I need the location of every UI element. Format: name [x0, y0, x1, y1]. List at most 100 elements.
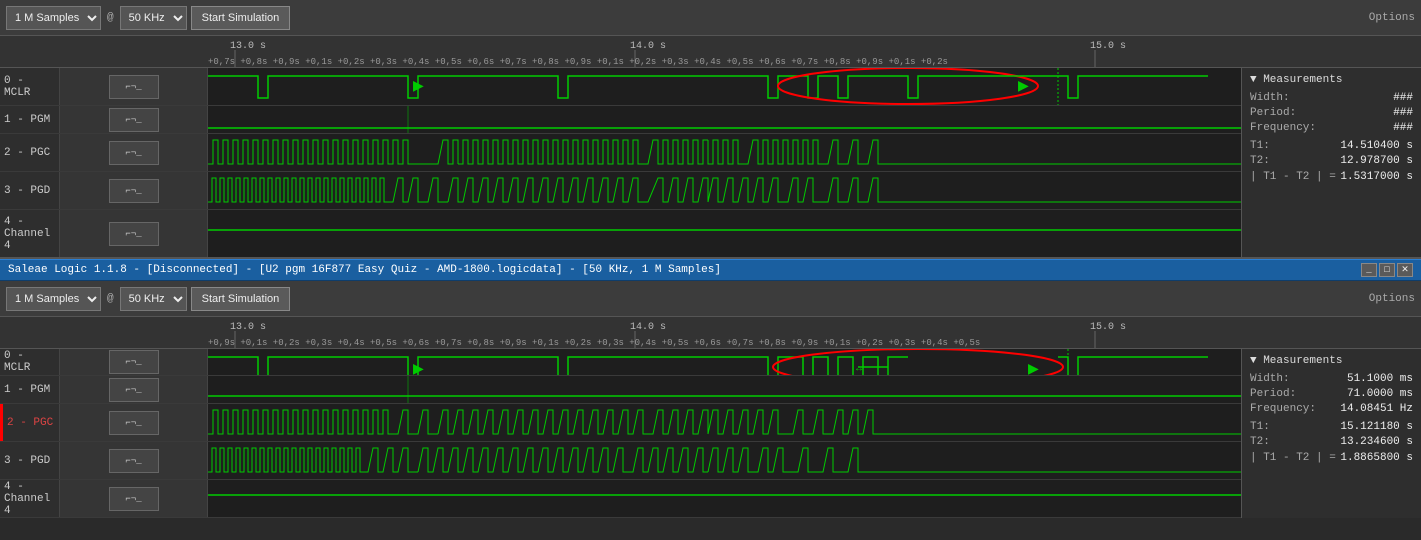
meas-t1-value-top: 14.510400 s — [1340, 140, 1413, 152]
meas-period-value-top: ### — [1393, 107, 1413, 119]
meas-period-top: Period: ### — [1250, 107, 1413, 119]
channel-controls-4-bottom: ⌐¬_ — [60, 480, 208, 517]
channel-label-0-top: 0 - MCLR — [0, 68, 60, 105]
meas-t1-row-bottom: T1: 15.121180 s — [1250, 421, 1413, 433]
svg-text:↔: ↔ — [856, 364, 862, 375]
channel-row-1-bottom: 1 - PGM ⌐¬_ — [0, 376, 1241, 404]
meas-width-label-top: Width: — [1250, 92, 1290, 104]
meas-frequency-top: Frequency: ### — [1250, 122, 1413, 134]
meas-width-value-top: ### — [1393, 92, 1413, 104]
at-label-top: @ — [105, 12, 116, 24]
meas-frequency-bottom: Frequency: 14.08451 Hz — [1250, 403, 1413, 415]
restore-button[interactable]: □ — [1379, 263, 1395, 277]
signal-area-4-bottom — [208, 480, 1241, 517]
meas-t2-row-bottom: T2: 13.234600 s — [1250, 436, 1413, 448]
channel-label-2-top: 2 - PGC — [0, 134, 60, 171]
meas-period-label-top: Period: — [1250, 107, 1296, 119]
measurements-panel-bottom: ▼ Measurements Width: 51.1000 ms Period:… — [1241, 349, 1421, 518]
channel-label-3-top: 3 - PGD — [0, 172, 60, 209]
start-simulation-button-top[interactable]: Start Simulation — [191, 6, 291, 30]
channel-controls-4-top: ⌐¬_ — [60, 210, 208, 258]
meas-width-label-bottom: Width: — [1250, 373, 1290, 385]
title-text: Saleae Logic 1.1.8 - [Disconnected] - [U… — [8, 264, 721, 276]
channel-label-2-bottom: 2 - PGC — [0, 404, 60, 441]
signal-area-2-bottom — [208, 404, 1241, 441]
channel-label-1-bottom: 1 - PGM — [0, 376, 60, 403]
channel-row-2-top: 2 - PGC ⌐¬_ — [0, 134, 1241, 172]
meas-delta-label-bottom: | T1 - T2 | = — [1250, 452, 1336, 464]
ctrl-icon-3-top[interactable]: ⌐¬_ — [109, 179, 159, 203]
measurements-title-bottom[interactable]: ▼ Measurements — [1250, 355, 1413, 367]
ctrl-icon-0-bottom[interactable]: ⌐¬_ — [109, 350, 159, 374]
channel-row-0-top: 0 - MCLR ⌐¬_ ▶ ▶ — [0, 68, 1241, 106]
svg-text:+0,7s +0,8s +0,9s +0,1s +0,2s: +0,7s +0,8s +0,9s +0,1s +0,2s +0,3s +0,4… — [208, 57, 948, 67]
meas-t1-label-bottom: T1: — [1250, 421, 1270, 433]
meas-frequency-value-bottom: 14.08451 Hz — [1340, 403, 1413, 415]
meas-t1-value-bottom: 15.121180 s — [1340, 421, 1413, 433]
svg-text:+0,9s +0,1s +0,2s +0,3s +0,4s: +0,9s +0,1s +0,2s +0,3s +0,4s +0,5s +0,6… — [208, 338, 980, 348]
meas-delta-label-top: | T1 - T2 | = — [1250, 171, 1336, 183]
channel-controls-2-bottom: ⌐¬_ — [60, 404, 208, 441]
channel-label-3-bottom: 3 - PGD — [0, 442, 60, 479]
channel-controls-0-top: ⌐¬_ — [60, 68, 208, 105]
bottom-toolbar: 1 M Samples @ 50 KHz Start Simulation Op… — [0, 281, 1421, 317]
meas-period-label-bottom: Period: — [1250, 388, 1296, 400]
measurements-panel-top: ▼ Measurements Width: ### Period: ### Fr… — [1241, 68, 1421, 259]
minimize-button[interactable]: _ — [1361, 263, 1377, 277]
channels-area-top: 0 - MCLR ⌐¬_ ▶ ▶ — [0, 68, 1241, 259]
svg-text:▶: ▶ — [1018, 79, 1029, 95]
waveform-svg-0-top: ▶ ▶ — [208, 68, 1241, 105]
channel-label-1-top: 1 - PGM — [0, 106, 60, 133]
ctrl-icon-1-bottom[interactable]: ⌐¬_ — [109, 378, 159, 402]
frequency-select-top[interactable]: 50 KHz — [120, 6, 187, 30]
close-button[interactable]: ✕ — [1397, 263, 1413, 277]
ctrl-icon-4-bottom[interactable]: ⌐¬_ — [109, 487, 159, 511]
channel-controls-3-top: ⌐¬_ — [60, 172, 208, 209]
channel-label-4-bottom: 4 - Channel 4 — [0, 480, 60, 517]
start-simulation-button-bottom[interactable]: Start Simulation — [191, 287, 291, 311]
signal-area-2-top — [208, 134, 1241, 171]
frequency-select-bottom[interactable]: 50 KHz — [120, 287, 187, 311]
channel-label-4-top: 4 - Channel 4 — [0, 210, 60, 258]
waveform-svg-1-top — [208, 106, 1241, 133]
meas-width-bottom: Width: 51.1000 ms — [1250, 373, 1413, 385]
signal-area-1-top — [208, 106, 1241, 133]
channel-row-2-bottom: 2 - PGC ⌐¬_ — [0, 404, 1241, 442]
channel-controls-0-bottom: ⌐¬_ — [60, 349, 208, 375]
window-controls: _ □ ✕ — [1361, 263, 1413, 277]
meas-t2-label-bottom: T2: — [1250, 436, 1270, 448]
ctrl-icon-4-top[interactable]: ⌐¬_ — [109, 222, 159, 246]
options-button-top[interactable]: Options — [1369, 12, 1415, 24]
samples-select-bottom[interactable]: 1 M Samples — [6, 287, 101, 311]
meas-width-value-bottom: 51.1000 ms — [1347, 373, 1413, 385]
meas-delta-value-bottom: 1.8865800 s — [1340, 452, 1413, 464]
waveform-svg-1-bottom — [208, 376, 1241, 403]
ctrl-icon-0-top[interactable]: ⌐¬_ — [109, 75, 159, 99]
at-label-bottom: @ — [105, 293, 116, 305]
meas-t2-value-top: 12.978700 s — [1340, 155, 1413, 167]
svg-text:▶: ▶ — [413, 362, 424, 375]
waveform-svg-4-top — [208, 210, 1241, 258]
signal-area-3-top — [208, 172, 1241, 209]
measurements-title-top[interactable]: ▼ Measurements — [1250, 74, 1413, 86]
ctrl-icon-1-top[interactable]: ⌐¬_ — [109, 108, 159, 132]
channel-controls-2-top: ⌐¬_ — [60, 134, 208, 171]
options-button-bottom[interactable]: Options — [1369, 293, 1415, 305]
svg-text:▶: ▶ — [1028, 362, 1039, 375]
channel-row-3-top: 3 - PGD ⌐¬_ — [0, 172, 1241, 210]
channel-row-1-top: 1 - PGM ⌐¬_ — [0, 106, 1241, 134]
channel-row-4-top: 4 - Channel 4 ⌐¬_ — [0, 210, 1241, 259]
channel-controls-3-bottom: ⌐¬_ — [60, 442, 208, 479]
ruler-bottom: 13.0 s 14.0 s 15.0 s +0,9s +0,1s +0,2s +… — [0, 317, 1421, 349]
signal-area-0-bottom: ▶ ↔ ▶ — [208, 349, 1241, 375]
ctrl-icon-3-bottom[interactable]: ⌐¬_ — [109, 449, 159, 473]
meas-period-value-bottom: 71.0000 ms — [1347, 388, 1413, 400]
ctrl-icon-2-top[interactable]: ⌐¬_ — [109, 141, 159, 165]
samples-select-top[interactable]: 1 M Samples — [6, 6, 101, 30]
waveform-svg-2-top — [208, 134, 1241, 171]
waveform-svg-3-bottom — [208, 442, 1241, 479]
waveform-svg-0-bottom: ▶ ↔ ▶ — [208, 349, 1241, 375]
meas-delta-value-top: 1.5317000 s — [1340, 171, 1413, 183]
ctrl-icon-2-bottom[interactable]: ⌐¬_ — [109, 411, 159, 435]
bottom-panel: 1 M Samples @ 50 KHz Start Simulation Op… — [0, 281, 1421, 540]
